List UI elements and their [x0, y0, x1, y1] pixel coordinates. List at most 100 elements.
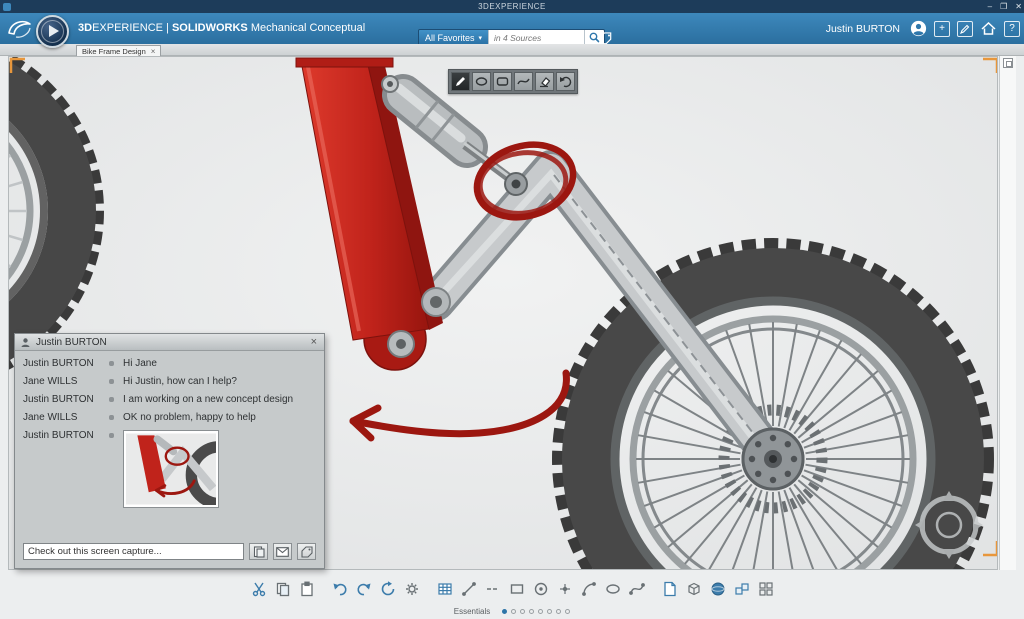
- arc-button[interactable]: [579, 579, 598, 598]
- screen-capture-thumbnail: [126, 433, 216, 505]
- redo-icon: [356, 581, 372, 597]
- cut-button[interactable]: [249, 579, 268, 598]
- chat-message-row: Justin BURTON Hi Jane: [23, 358, 316, 369]
- add-button[interactable]: +: [934, 21, 950, 37]
- brand-suffix: Mechanical Conceptual: [251, 22, 365, 34]
- centerline-button[interactable]: [483, 579, 502, 598]
- redo-button[interactable]: [354, 579, 373, 598]
- sketch-sheet-button[interactable]: [660, 579, 679, 598]
- chat-message-row: Justin BURTON I am working on a new conc…: [23, 394, 316, 405]
- spline-icon: [629, 581, 645, 597]
- user-avatar-icon: [910, 20, 927, 37]
- shape-tool-button[interactable]: [493, 72, 512, 91]
- message-bullet-icon: [109, 361, 114, 366]
- extrude-button[interactable]: [684, 579, 703, 598]
- chat-avatar-icon: [20, 337, 31, 348]
- search-filter-dropdown[interactable]: All Favorites ▾: [419, 30, 488, 45]
- chevron-down-icon: ▾: [479, 34, 483, 42]
- rectangle-button[interactable]: [507, 579, 526, 598]
- point-button[interactable]: [555, 579, 574, 598]
- assembly-icon: [734, 581, 750, 597]
- chat-attachment-thumbnail[interactable]: [123, 430, 219, 508]
- pagination-dot[interactable]: [556, 609, 561, 614]
- chat-titlebar[interactable]: Justin BURTON ×: [15, 334, 324, 351]
- minimize-button[interactable]: –: [988, 2, 992, 11]
- eraser-icon: [538, 75, 551, 88]
- pen-tool-button[interactable]: [451, 72, 470, 91]
- eraser-tool-button[interactable]: [535, 72, 554, 91]
- help-button[interactable]: ?: [1004, 21, 1020, 37]
- cut-icon: [251, 581, 267, 597]
- tag-icon: [301, 546, 313, 558]
- pagination-dot[interactable]: [547, 609, 552, 614]
- highlighter-tool-button[interactable]: [472, 72, 491, 91]
- tab-close-icon[interactable]: ×: [151, 47, 156, 56]
- window-titlebar: 3DEXPERIENCE – ❐ ✕: [0, 0, 1024, 13]
- rectangle-icon: [509, 581, 525, 597]
- rear-hub[interactable]: [743, 429, 803, 489]
- pen-icon: [454, 75, 467, 88]
- pagination-dot[interactable]: [520, 609, 525, 614]
- close-button[interactable]: ✕: [1015, 2, 1022, 11]
- right-rail: [999, 56, 1016, 570]
- table-button[interactable]: [435, 579, 454, 598]
- expand-viewport-button[interactable]: [1003, 58, 1013, 68]
- line-button[interactable]: [459, 579, 478, 598]
- swingarm-pivot[interactable]: [422, 288, 450, 316]
- gear-icon: [404, 581, 420, 597]
- brand-experience: EXPERIENCE: [92, 22, 163, 34]
- message-author: Jane WILLS: [23, 376, 107, 387]
- chat-message-input[interactable]: [23, 543, 244, 560]
- pattern-button[interactable]: [756, 579, 775, 598]
- chat-close-button[interactable]: ×: [309, 337, 319, 348]
- home-button[interactable]: [980, 20, 997, 37]
- add-tag-button[interactable]: [297, 543, 316, 560]
- copy-icon: [275, 581, 291, 597]
- copy-button[interactable]: [273, 579, 292, 598]
- pagination-dot[interactable]: [511, 609, 516, 614]
- line-icon: [461, 581, 477, 597]
- ellipse-button[interactable]: [603, 579, 622, 598]
- send-email-button[interactable]: [273, 543, 292, 560]
- centerline-icon: [485, 581, 501, 597]
- chat-message-row: Justin BURTON: [23, 430, 316, 508]
- edit-button[interactable]: [957, 21, 973, 37]
- markup-toolbar: [448, 69, 578, 94]
- message-text: I am working on a new concept design: [123, 394, 293, 405]
- maximize-button[interactable]: ❐: [1000, 2, 1007, 11]
- assembly-button[interactable]: [732, 579, 751, 598]
- undo-markup-button[interactable]: [556, 72, 575, 91]
- undo-button[interactable]: [330, 579, 349, 598]
- pagination-dot[interactable]: [538, 609, 543, 614]
- user-avatar-button[interactable]: [910, 20, 927, 37]
- user-name: Justin BURTON: [826, 23, 900, 35]
- search-input[interactable]: [488, 30, 584, 45]
- chat-message-row: Jane WILLS Hi Justin, how can I help?: [23, 376, 316, 387]
- update-button[interactable]: [378, 579, 397, 598]
- compass-button[interactable]: [36, 15, 69, 48]
- chat-input-row: [23, 543, 316, 560]
- undo-icon: [332, 581, 348, 597]
- circle-button[interactable]: [531, 579, 550, 598]
- message-author: Jane WILLS: [23, 412, 107, 423]
- message-author: Justin BURTON: [23, 358, 107, 369]
- tab-bike-frame-design[interactable]: Bike Frame Design ×: [76, 45, 161, 56]
- envelope-icon: [276, 547, 289, 557]
- search-filter-label: All Favorites: [425, 33, 475, 43]
- brand-product: SOLIDWORKS: [172, 22, 248, 34]
- freehand-tool-button[interactable]: [514, 72, 533, 91]
- table-icon: [437, 581, 453, 597]
- window-title: 3DEXPERIENCE: [0, 2, 1024, 11]
- pagination-dot[interactable]: [565, 609, 570, 614]
- spline-button[interactable]: [627, 579, 646, 598]
- point-icon: [557, 581, 573, 597]
- paste-button[interactable]: [297, 579, 316, 598]
- sphere-button[interactable]: [708, 579, 727, 598]
- message-text: Hi Jane: [123, 358, 157, 369]
- pagination-dot[interactable]: [502, 609, 507, 614]
- message-text: OK no problem, happy to help: [123, 412, 256, 423]
- copy-to-clipboard-button[interactable]: [249, 543, 268, 560]
- pagination-dot[interactable]: [529, 609, 534, 614]
- settings-button[interactable]: [402, 579, 421, 598]
- document-tabbar: Bike Frame Design ×: [0, 44, 1024, 56]
